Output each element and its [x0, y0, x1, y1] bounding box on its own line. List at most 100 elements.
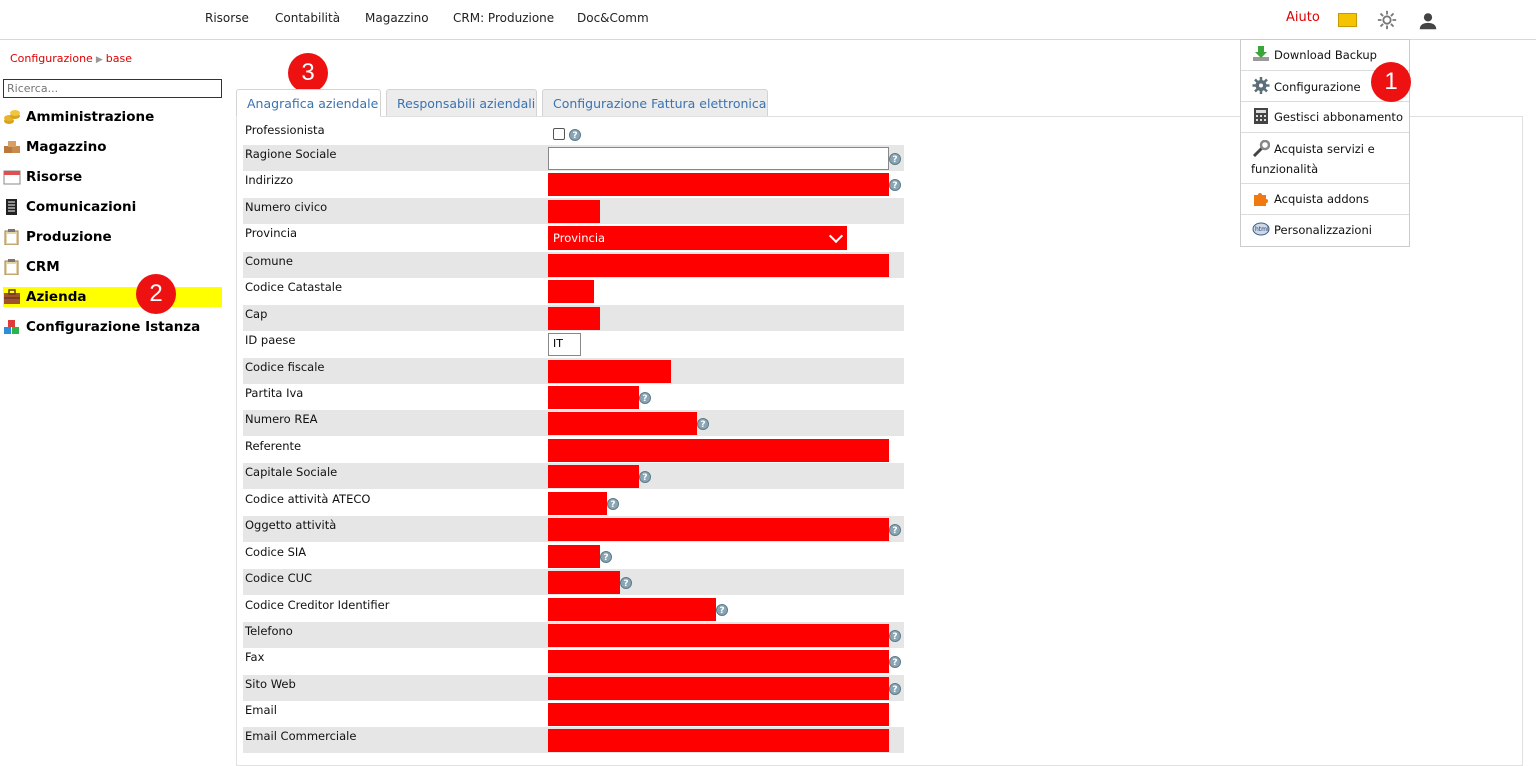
label-provincia: Provincia — [245, 226, 298, 240]
help-icon[interactable]: ? — [607, 498, 619, 510]
provincia-select[interactable]: Provincia — [548, 226, 847, 250]
row-codice-catastale: Codice Catastale — [243, 278, 904, 304]
gear-icon[interactable] — [1376, 9, 1398, 31]
help-icon[interactable]: ? — [889, 656, 901, 668]
nav-doc-comm[interactable]: Doc&Comm — [577, 11, 649, 25]
annotation-badge-2: 2 — [136, 274, 176, 314]
breadcrumb-base[interactable]: base — [106, 52, 132, 65]
help-icon[interactable]: ? — [889, 524, 901, 536]
row-sito-web: Sito Web ? — [243, 675, 904, 701]
sidebar-item-configurazione-istanza[interactable]: Configurazione Istanza — [3, 317, 222, 337]
label-sito-web: Sito Web — [245, 677, 296, 691]
help-icon[interactable]: ? — [697, 418, 709, 430]
help-icon[interactable]: ? — [620, 577, 632, 589]
row-codice-creditor: Codice Creditor Identifier ? — [243, 596, 904, 622]
menu-item-acquista-addons[interactable]: Acquista addons — [1241, 184, 1409, 215]
indirizzo-input[interactable] — [548, 173, 889, 196]
email-input[interactable] — [548, 703, 889, 726]
sito-web-input[interactable] — [548, 677, 889, 700]
row-codice-fiscale: Codice fiscale — [243, 358, 904, 384]
help-icon[interactable]: ? — [716, 604, 728, 616]
annotation-badge-3: 3 — [288, 53, 328, 93]
referente-input[interactable] — [548, 439, 889, 462]
html-icon: html — [1252, 222, 1270, 236]
sidebar-item-produzione[interactable]: Produzione — [3, 227, 222, 247]
breadcrumb: Configurazione ▶ base — [10, 52, 132, 65]
nav-magazzino[interactable]: Magazzino — [365, 11, 429, 25]
breadcrumb-configurazione[interactable]: Configurazione — [10, 52, 93, 65]
sidebar-search-input[interactable] — [3, 79, 222, 98]
menu-item-acquista-servizi[interactable]: Acquista servizi e funzionalità — [1241, 133, 1409, 184]
menu-item-label: Acquista servizi e — [1274, 142, 1375, 156]
help-icon[interactable]: ? — [889, 179, 901, 191]
label-partita-iva: Partita Iva — [245, 386, 304, 400]
professionista-checkbox[interactable] — [553, 128, 565, 140]
label-oggetto-attivita: Oggetto attività — [245, 518, 337, 532]
label-telefono: Telefono — [245, 624, 293, 638]
row-referente: Referente — [243, 437, 904, 463]
codice-creditor-input[interactable] — [548, 598, 716, 621]
label-professionista: Professionista — [245, 123, 325, 137]
codice-ateco-input[interactable] — [548, 492, 607, 515]
menu-item-personalizzazioni[interactable]: html Personalizzazioni — [1241, 215, 1409, 246]
tab-anagrafica-aziendale[interactable]: Anagrafica aziendale — [236, 89, 381, 117]
help-icon[interactable]: ? — [889, 630, 901, 642]
row-email: Email — [243, 701, 904, 727]
codice-sia-input[interactable] — [548, 545, 600, 568]
partita-iva-input[interactable] — [548, 386, 639, 409]
nav-risorse[interactable]: Risorse — [205, 11, 249, 25]
cap-input[interactable] — [548, 307, 600, 330]
sidebar-item-amministrazione[interactable]: Amministrazione — [3, 107, 222, 127]
nav-contabilita[interactable]: Contabilità — [275, 11, 340, 25]
help-icon[interactable]: ? — [639, 471, 651, 483]
codice-fiscale-input[interactable] — [548, 360, 671, 383]
codice-cuc-input[interactable] — [548, 571, 620, 594]
sidebar-item-label: Amministrazione — [26, 109, 155, 125]
help-icon[interactable]: ? — [600, 551, 612, 563]
row-ragione-sociale: Ragione Sociale ? — [243, 145, 904, 171]
label-codice-sia: Codice SIA — [245, 545, 307, 559]
menu-item-label-line2: funzionalità — [1251, 162, 1319, 176]
sidebar-item-label: CRM — [26, 259, 60, 275]
row-capitale-sociale: Capitale Sociale ? — [243, 463, 904, 489]
oggetto-attivita-input[interactable] — [548, 518, 889, 541]
label-email-commerciale: Email Commerciale — [245, 729, 357, 743]
user-icon[interactable] — [1417, 10, 1439, 32]
gear-icon — [1252, 77, 1270, 94]
calculator-icon — [1254, 108, 1268, 124]
help-icon[interactable]: ? — [569, 129, 581, 141]
help-icon[interactable]: ? — [889, 153, 901, 165]
sidebar-item-risorse[interactable]: Risorse — [3, 167, 222, 187]
row-professionista: Professionista ? — [243, 121, 904, 147]
row-provincia: Provincia Provincia — [243, 224, 904, 250]
calendar-icon — [3, 170, 21, 185]
telefono-input[interactable] — [548, 624, 889, 647]
id-paese-input[interactable]: IT — [548, 333, 581, 356]
sidebar-item-azienda[interactable]: Azienda — [3, 287, 222, 307]
sidebar-item-comunicazioni[interactable]: Comunicazioni — [3, 197, 222, 217]
sidebar-item-crm[interactable]: CRM — [3, 257, 222, 277]
label-codice-cuc: Codice CUC — [245, 571, 313, 585]
label-capitale-sociale: Capitale Sociale — [245, 465, 338, 479]
label-numero-rea: Numero REA — [245, 412, 318, 426]
tab-configurazione-fattura-elettronica[interactable]: Configurazione Fattura elettronica — [542, 89, 768, 117]
mail-icon[interactable] — [1338, 13, 1357, 27]
numero-civico-input[interactable] — [548, 200, 600, 223]
provincia-select-value: Provincia — [553, 231, 606, 245]
email-commerciale-input[interactable] — [548, 729, 889, 752]
nav-crm-produzione[interactable]: CRM: Produzione — [453, 11, 554, 25]
codice-catastale-input[interactable] — [548, 280, 594, 303]
help-icon[interactable]: ? — [639, 392, 651, 404]
help-icon[interactable]: ? — [889, 683, 901, 695]
ragione-sociale-input[interactable] — [548, 147, 889, 170]
comune-input[interactable] — [548, 254, 889, 277]
help-link[interactable]: Aiuto — [1286, 10, 1320, 25]
fax-input[interactable] — [548, 650, 889, 673]
download-icon — [1253, 46, 1269, 61]
sidebar-item-magazzino[interactable]: Magazzino — [3, 137, 222, 157]
capitale-sociale-input[interactable] — [548, 465, 639, 488]
breadcrumb-separator-icon: ▶ — [95, 55, 103, 65]
numero-rea-input[interactable] — [548, 412, 697, 435]
menu-item-gestisci-abbonamento[interactable]: Gestisci abbonamento — [1241, 102, 1409, 133]
tab-responsabili-aziendali[interactable]: Responsabili aziendali — [386, 89, 537, 117]
